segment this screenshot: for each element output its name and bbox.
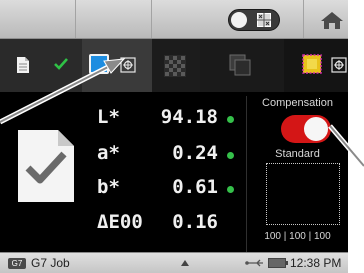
a-star-value: 0.24 xyxy=(172,142,218,164)
toggle-knob xyxy=(231,12,247,28)
sample-swatch-icon xyxy=(89,54,109,74)
toolbar-divider xyxy=(151,0,152,38)
checkmark-icon xyxy=(54,58,68,70)
standard-values: 100 | 100 | 100 xyxy=(264,231,331,242)
gray-patch-icon xyxy=(164,55,186,77)
status-bar: G7 G7 Job 12:38 PM xyxy=(0,252,348,273)
delta-e-label: ΔE00 xyxy=(97,211,143,233)
l-star-value: 94.18 xyxy=(160,106,218,128)
a-star-status-dot xyxy=(227,152,234,159)
g7-badge: G7 xyxy=(8,258,26,269)
stack-layers-icon xyxy=(229,54,251,76)
b-star-value: 0.61 xyxy=(172,176,218,198)
a-star-label: a* xyxy=(97,142,120,164)
tab-sample-patch[interactable] xyxy=(82,39,152,92)
usb-icon xyxy=(245,259,263,267)
delta-e-value: 0.16 xyxy=(172,211,218,233)
tab-stack[interactable] xyxy=(200,39,284,92)
standard-swatch[interactable] xyxy=(266,163,340,225)
top-toolbar xyxy=(0,0,348,39)
toolbar-divider xyxy=(75,0,76,38)
document-icon xyxy=(17,57,29,73)
compensation-toggle[interactable] xyxy=(281,115,331,143)
crosshair-target-icon xyxy=(331,57,347,73)
toolbar-divider xyxy=(303,0,304,38)
app-screen: L* 94.18 a* 0.24 b* 0.61 ΔE00 0.16 Compe… xyxy=(0,0,348,273)
multi-color-patch-icon xyxy=(302,54,322,74)
pass-document-icon xyxy=(18,130,74,202)
panel-divider xyxy=(246,96,247,252)
job-label[interactable]: G7 Job xyxy=(31,256,70,270)
tab-multi-patch[interactable] xyxy=(284,39,348,92)
l-star-label: L* xyxy=(97,106,120,128)
clock: 12:38 PM xyxy=(290,256,342,270)
battery-icon xyxy=(268,258,288,268)
chart-grid-icon xyxy=(257,13,271,27)
home-icon[interactable] xyxy=(316,7,348,33)
compensation-label: Compensation xyxy=(262,97,333,109)
l-star-status-dot xyxy=(227,116,234,123)
standard-label: Standard xyxy=(275,148,320,160)
view-mode-toggle[interactable] xyxy=(228,9,280,31)
patch-tab-bar xyxy=(0,39,348,92)
tab-document[interactable] xyxy=(0,39,82,92)
crosshair-target-icon xyxy=(120,57,136,73)
b-star-status-dot xyxy=(227,186,234,193)
up-arrow-icon[interactable] xyxy=(180,259,190,267)
b-star-label: b* xyxy=(97,176,120,198)
measurement-panel: L* 94.18 a* 0.24 b* 0.61 ΔE00 0.16 Compe… xyxy=(0,92,348,252)
toggle-knob xyxy=(304,117,328,141)
tab-gray-patch[interactable] xyxy=(152,39,200,92)
